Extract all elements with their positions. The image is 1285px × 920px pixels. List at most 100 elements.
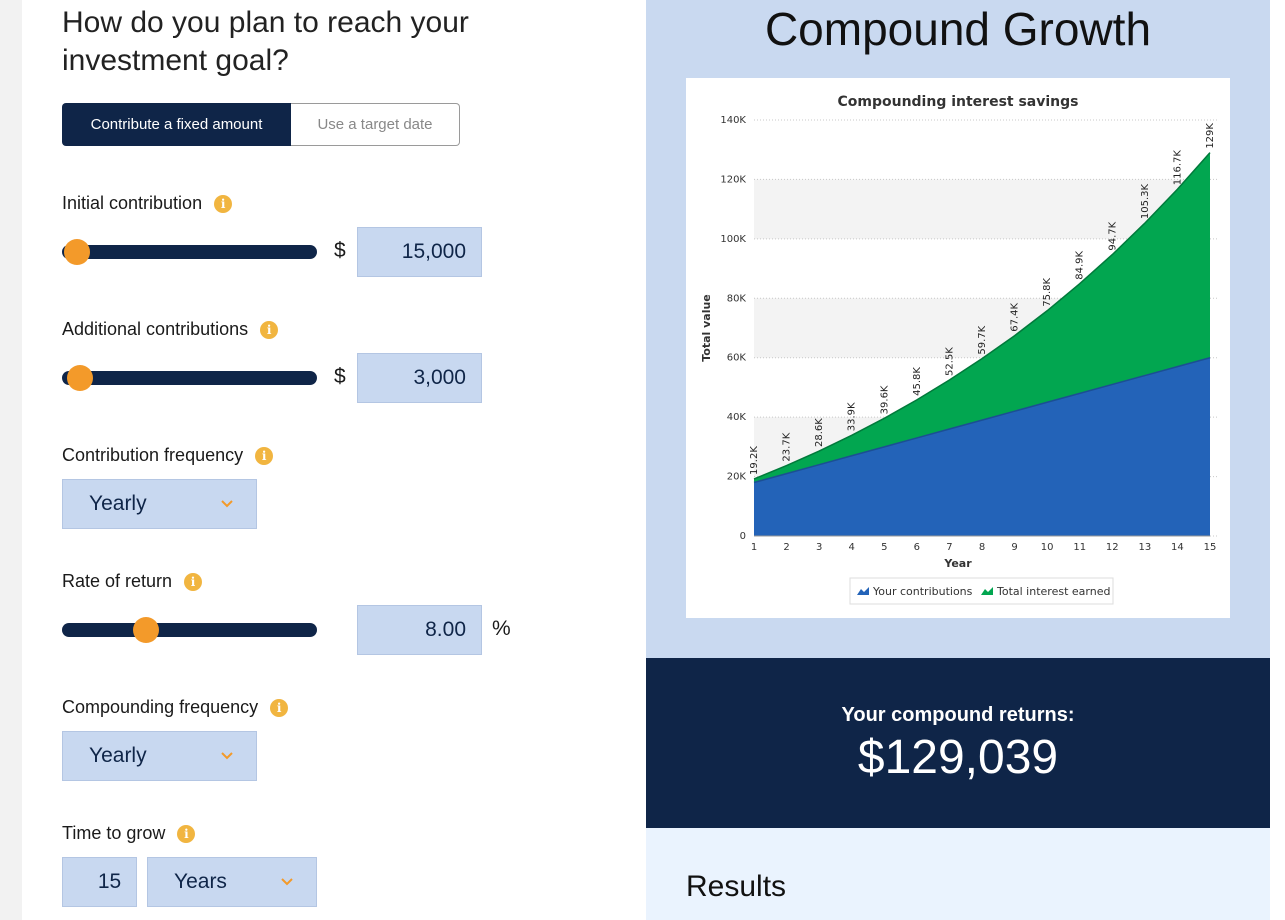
- y-tick-label: 0: [740, 531, 746, 542]
- chevron-down-icon: [281, 878, 293, 886]
- initial-contribution-label: Initial contribution i: [62, 193, 233, 214]
- results-title: Results: [686, 870, 787, 903]
- info-icon[interactable]: i: [214, 194, 233, 213]
- x-tick-label: 5: [881, 542, 887, 553]
- chart-card: 0 20K 40K 60K 80K 100K 120K 140K 1 2 3 4 5 6 7 8 9 10 11 1…: [686, 78, 1230, 618]
- x-tick-label: 2: [783, 542, 789, 553]
- chevron-down-icon: [221, 500, 233, 508]
- data-label: 59.7K: [977, 325, 988, 354]
- x-tick-label: 9: [1011, 542, 1017, 553]
- x-tick-label: 8: [979, 542, 985, 553]
- contribution-frequency-select[interactable]: Yearly: [62, 479, 257, 529]
- y-tick-labels: 0 20K 40K 60K 80K 100K 120K 140K: [720, 115, 746, 542]
- compounding-frequency-text: Compounding frequency: [62, 697, 259, 717]
- data-label: 67.4K: [1010, 302, 1021, 331]
- chart-title: Compounding interest savings: [837, 94, 1078, 110]
- time-unit-value: Years: [174, 870, 227, 893]
- chart-legend: Your contributions Total interest earned: [849, 577, 1114, 605]
- results-section: Results: [646, 828, 1270, 920]
- data-label: 28.6K: [814, 418, 825, 447]
- rate-of-return-input[interactable]: [357, 605, 482, 655]
- compound-growth-chart: 020K40K60K80K100K120K140K 1 2 3 4 5 6 7 8 9 10 11 1…: [700, 94, 1218, 605]
- returns-section: Your compound returns: $129,039: [646, 658, 1270, 828]
- rate-of-return-slider[interactable]: [62, 617, 317, 643]
- slider-thumb[interactable]: [64, 239, 91, 265]
- y-tick-label: 80K: [727, 293, 747, 304]
- compounding-frequency-value: Yearly: [89, 744, 147, 767]
- rate-of-return-text: Rate of return: [62, 571, 173, 591]
- chevron-down-icon: [221, 752, 233, 760]
- info-icon[interactable]: i: [255, 446, 274, 465]
- compound-growth-heading: Compound Growth: [764, 3, 1152, 55]
- compounding-frequency-select[interactable]: Yearly: [62, 731, 257, 781]
- x-tick-label: 3: [816, 542, 822, 553]
- data-label: 52.5K: [944, 347, 955, 376]
- info-icon[interactable]: i: [177, 824, 196, 843]
- x-tick-label: 10: [1041, 542, 1054, 553]
- x-tick-label: 12: [1106, 542, 1119, 553]
- data-label: 116.7K: [1172, 150, 1183, 186]
- time-to-grow-text: Time to grow: [62, 823, 166, 843]
- mode-toggle: Contribute a fixed amount Use a target d…: [62, 103, 460, 146]
- data-label: 75.8K: [1042, 278, 1053, 307]
- info-icon[interactable]: i: [260, 320, 279, 339]
- slider-thumb[interactable]: [133, 617, 160, 643]
- data-label: 129K: [1205, 123, 1216, 149]
- results-panel: Compound Growth 0 20K 40K 60K 80K 100K 120K 140…: [646, 0, 1270, 920]
- rate-of-return-label: Rate of return i: [62, 571, 203, 592]
- time-to-grow-input[interactable]: [62, 857, 137, 907]
- initial-contribution-slider[interactable]: [62, 239, 317, 265]
- data-label: 19.2K: [749, 446, 760, 475]
- time-to-grow-label: Time to grow i: [62, 823, 196, 844]
- y-axis-title: Total value: [700, 294, 713, 362]
- compounding-frequency-label: Compounding frequency i: [62, 697, 289, 718]
- x-tick-label: 4: [849, 542, 855, 553]
- data-label: 45.8K: [912, 367, 923, 396]
- legend-interest-label: Total interest earned: [996, 585, 1110, 598]
- x-tick-label: 13: [1138, 542, 1151, 553]
- page-edge: [1270, 0, 1285, 920]
- data-label: 105.3K: [1140, 183, 1151, 219]
- contribution-frequency-label: Contribution frequency i: [62, 445, 274, 466]
- initial-contribution-text: Initial contribution: [62, 193, 203, 213]
- legend-contributions-label: Your contributions: [872, 585, 973, 598]
- calculator-panel: How do you plan to reach your investment…: [22, 0, 646, 920]
- returns-label: Your compound returns:: [841, 704, 1075, 726]
- y-tick-label: 100K: [720, 234, 746, 245]
- x-tick-label: 14: [1171, 542, 1184, 553]
- time-unit-select[interactable]: Years: [147, 857, 317, 907]
- contribution-frequency-text: Contribution frequency: [62, 445, 244, 465]
- additional-contributions-text: Additional contributions: [62, 319, 249, 339]
- x-tick-label: 11: [1073, 542, 1086, 553]
- y-tick-label: 40K: [727, 412, 747, 423]
- x-tick-label: 7: [946, 542, 952, 553]
- chart-section: Compound Growth 0 20K 40K 60K 80K 100K 120K 140…: [646, 0, 1270, 658]
- info-icon[interactable]: i: [270, 698, 289, 717]
- fixed-amount-tab[interactable]: Contribute a fixed amount: [62, 103, 291, 146]
- x-axis-title: Year: [943, 557, 972, 570]
- data-label: 33.9K: [847, 402, 858, 431]
- y-tick-label: 140K: [720, 115, 746, 126]
- data-label: 39.6K: [879, 385, 890, 414]
- data-label: 94.7K: [1107, 221, 1118, 250]
- additional-contributions-input[interactable]: [357, 353, 482, 403]
- currency-symbol: $: [334, 239, 346, 262]
- contribution-frequency-value: Yearly: [89, 492, 147, 515]
- data-label: 23.7K: [782, 432, 793, 461]
- additional-contributions-label: Additional contributions i: [62, 319, 279, 340]
- percent-sign: %: [492, 617, 511, 640]
- y-tick-label: 60K: [727, 353, 747, 364]
- additional-contributions-slider[interactable]: [62, 365, 317, 391]
- x-tick-label: 15: [1204, 542, 1217, 553]
- x-tick-label: 1: [751, 542, 757, 553]
- returns-value: $129,039: [857, 731, 1059, 784]
- x-tick-label: 6: [914, 542, 920, 553]
- currency-symbol: $: [334, 365, 346, 388]
- initial-contribution-input[interactable]: [357, 227, 482, 277]
- y-tick-label: 20K: [727, 472, 747, 483]
- question-heading: How do you plan to reach your investment…: [62, 6, 469, 77]
- target-date-tab[interactable]: Use a target date: [291, 103, 460, 146]
- data-label: 84.9K: [1075, 250, 1086, 279]
- slider-thumb[interactable]: [66, 365, 93, 391]
- info-icon[interactable]: i: [184, 572, 203, 591]
